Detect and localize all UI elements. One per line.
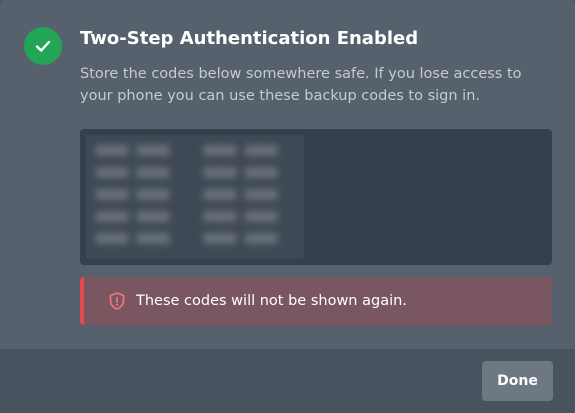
dialog-description: Store the codes below somewhere safe. If…: [80, 66, 522, 104]
shield-alert-icon: [109, 292, 125, 310]
dialog-footer: Done: [0, 349, 575, 413]
backup-code: XXXX XXXX: [96, 188, 171, 202]
dialog-title: Two-Step Authentication Enabled: [80, 28, 419, 49]
backup-codes-column-2: XXXX XXXX XXXX XXXX XXXX XXXX XXXX XXXX …: [204, 145, 278, 246]
backup-code: XXXX XXXX: [204, 232, 279, 246]
check-icon: [35, 40, 51, 52]
success-check-icon: [24, 27, 62, 65]
backup-code: XXXX XXXX: [96, 210, 171, 224]
backup-code: XXXX XXXX: [204, 166, 279, 180]
done-button[interactable]: Done: [482, 361, 553, 401]
backup-code: XXXX XXXX: [96, 166, 171, 180]
backup-codes-column-1: XXXX XXXX XXXX XXXX XXXX XXXX XXXX XXXX …: [96, 145, 170, 246]
backup-codes-box: XXXX XXXX XXXX XXXX XXXX XXXX XXXX XXXX …: [80, 129, 552, 265]
warning-accent-bar: [80, 277, 84, 325]
warning-text: These codes will not be shown again.: [136, 293, 407, 309]
warning-callout: These codes will not be shown again.: [80, 277, 552, 325]
two-step-enabled-dialog: Two-Step Authentication Enabled Store th…: [0, 0, 575, 413]
backup-code: XXXX XXXX: [204, 210, 279, 224]
backup-code: XXXX XXXX: [96, 144, 171, 158]
backup-code: XXXX XXXX: [96, 232, 171, 246]
backup-code: XXXX XXXX: [204, 144, 279, 158]
backup-code: XXXX XXXX: [204, 188, 279, 202]
backup-codes-blurred: XXXX XXXX XXXX XXXX XXXX XXXX XXXX XXXX …: [86, 135, 304, 259]
